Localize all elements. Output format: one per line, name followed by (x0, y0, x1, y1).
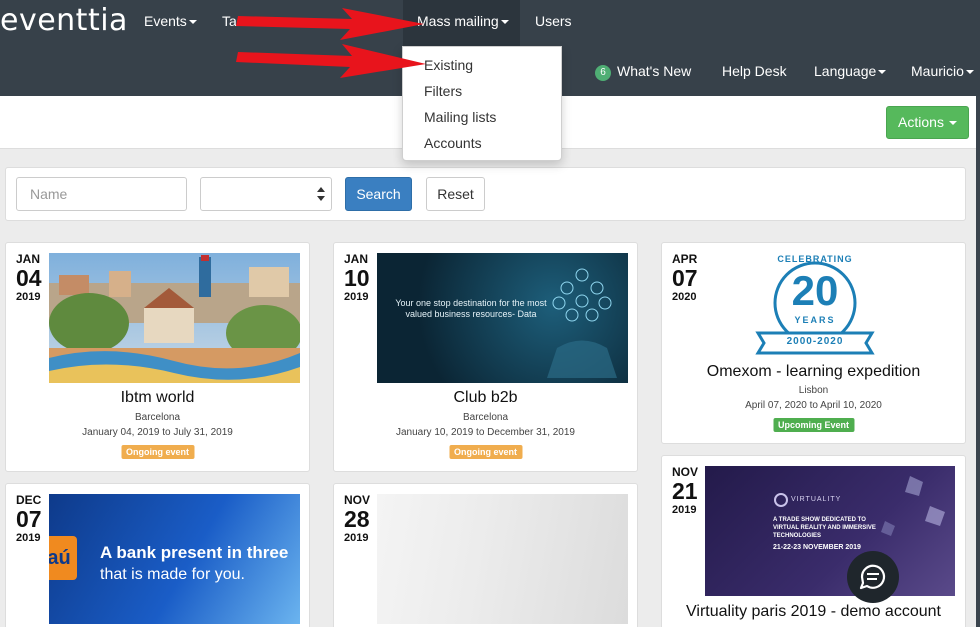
event-location: Barcelona (462, 412, 509, 423)
logo-celebrating-text: CELEBRATING (777, 254, 853, 264)
event-year: 2019 (344, 532, 369, 544)
event-card-ibtm-world[interactable]: JAN 04 2019 Ibtm world Barcelona January… (5, 242, 310, 472)
event-month: NOV (344, 493, 371, 507)
caret-down-icon (500, 20, 509, 25)
event-day: 28 (344, 506, 370, 532)
event-title: Virtuality paris 2019 - demo account (686, 603, 941, 620)
event-month: JAN (16, 252, 41, 266)
event-year: 2019 (16, 291, 41, 303)
status-badge: Upcoming Event (772, 418, 855, 432)
nav-user-label: Mauricio (911, 63, 964, 79)
event-card-virtuality[interactable]: NOV 21 2019 VIRTUALITY A TRADE SHOW DEDI… (661, 455, 966, 627)
event-date: NOV 21 2019 (672, 465, 708, 517)
event-date: NOV 28 2019 (344, 493, 380, 545)
image-overlay-text: Your one stop destination for the most v… (395, 298, 547, 319)
event-month: APR (672, 252, 698, 266)
nav-help-desk[interactable]: Help Desk (722, 63, 787, 79)
event-date: JAN 10 2019 (344, 252, 380, 304)
caret-down-icon (188, 20, 197, 25)
event-dates: January 10, 2019 to December 31, 2019 (395, 427, 575, 438)
event-image-bank-ad: aú A bank present in three that is made … (49, 494, 300, 624)
virtuality-dates: 21-22-23 NOVEMBER 2019 (773, 544, 861, 551)
event-location: Barcelona (134, 412, 181, 423)
event-image-blurred (377, 494, 628, 624)
select-arrows-icon (317, 187, 325, 201)
event-title: Omexom - learning expedition (706, 363, 921, 380)
event-year: 2019 (344, 291, 369, 303)
whats-new-count-badge: 6 (595, 65, 611, 81)
status-select[interactable] (200, 177, 332, 211)
event-dates: April 07, 2020 to April 10, 2020 (745, 400, 882, 411)
nav-whats-new-label: What's New (617, 63, 692, 79)
logo-years-number: 20 (791, 267, 839, 314)
event-year: 2019 (672, 504, 697, 516)
ad-line-1: A bank present in three (100, 543, 289, 562)
event-image-virtuality: VIRTUALITY A TRADE SHOW DEDICATED TO VIR… (705, 466, 955, 596)
actions-button[interactable]: Actions (886, 106, 969, 139)
chat-bubble-icon (859, 564, 886, 590)
name-search-input[interactable] (16, 177, 187, 211)
event-day: 07 (672, 265, 698, 291)
red-arrow-annotation (236, 44, 426, 78)
reset-button[interactable]: Reset (426, 177, 485, 211)
eventtia-logo[interactable]: eventtia (0, 3, 128, 38)
event-date: APR 07 2020 (672, 252, 708, 304)
nav-events[interactable]: Events (144, 13, 197, 29)
status-badge: Ongoing event (449, 445, 522, 459)
event-date: JAN 04 2019 (16, 252, 52, 304)
status-badge: Ongoing event (121, 445, 194, 459)
event-dates: January 04, 2019 to July 31, 2019 (82, 427, 233, 438)
event-card-dec-07[interactable]: DEC 07 2019 aú A bank present in three t… (5, 483, 310, 627)
event-image-park-guell (49, 253, 300, 383)
event-card-omexom[interactable]: APR 07 2020 CELEBRATING 20 YEARS 2000-20… (661, 242, 966, 444)
scrollbar-track (976, 96, 980, 627)
logo-ribbon-text: 2000-2020 (786, 336, 844, 347)
red-arrow-annotation (236, 8, 424, 40)
chat-button[interactable] (847, 551, 899, 603)
event-month: DEC (16, 493, 42, 507)
event-month: NOV (672, 465, 699, 479)
event-date: DEC 07 2019 (16, 493, 52, 545)
event-card-club-b2b[interactable]: JAN 10 2019 Your one stop destination fo… (333, 242, 638, 472)
event-card-nov-28[interactable]: NOV 28 2019 (333, 483, 638, 627)
event-year: 2019 (16, 532, 41, 544)
event-location: Lisbon (798, 385, 829, 396)
event-year: 2020 (672, 291, 697, 303)
ad-line-2: that is made for you. (100, 566, 245, 583)
nav-user-menu[interactable]: Mauricio (911, 63, 974, 79)
virtuality-brand: VIRTUALITY (791, 496, 842, 503)
event-month: JAN (344, 252, 369, 266)
menu-item-filters[interactable]: Filters (424, 83, 462, 99)
nav-language-label: Language (814, 63, 877, 79)
nav-users[interactable]: Users (535, 13, 572, 29)
logo-years-text: YEARS (794, 315, 836, 325)
menu-item-mailing-lists[interactable]: Mailing lists (424, 109, 496, 125)
event-day: 07 (16, 506, 42, 532)
event-day: 04 (16, 265, 42, 291)
nav-whats-new[interactable]: 6 What's New (595, 63, 691, 81)
nav-language[interactable]: Language (814, 63, 887, 79)
menu-item-accounts[interactable]: Accounts (424, 135, 482, 151)
caret-down-icon (948, 121, 957, 126)
event-image-business-data: Your one stop destination for the most v… (377, 253, 628, 383)
nav-events-label: Events (144, 13, 187, 29)
event-title: Club b2b (453, 389, 518, 406)
event-day: 10 (344, 265, 370, 291)
event-day: 21 (672, 478, 698, 504)
caret-down-icon (965, 70, 974, 75)
search-button[interactable]: Search (345, 177, 412, 211)
bank-logo: aú (49, 536, 77, 580)
virtuality-tagline: A TRADE SHOW DEDICATED TO VIRTUAL REALIT… (773, 517, 876, 539)
event-title: Ibtm world (120, 389, 195, 406)
caret-down-icon (878, 70, 887, 75)
actions-label: Actions (898, 114, 944, 130)
